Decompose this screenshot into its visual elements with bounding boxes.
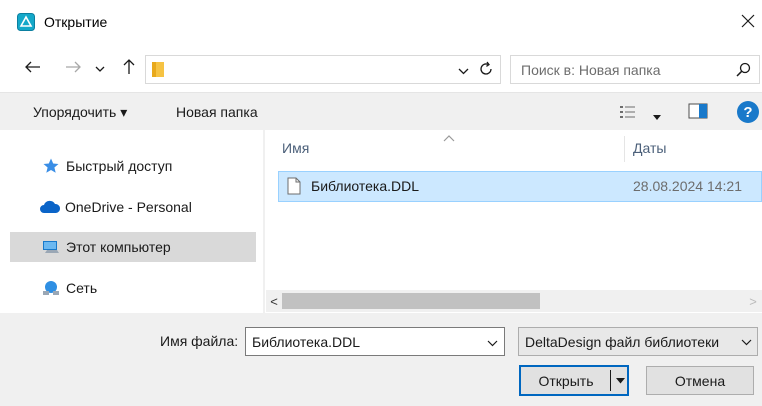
filename-label: Имя файла: — [160, 333, 239, 349]
arrow-right-icon — [65, 60, 81, 76]
arrow-up-icon — [123, 58, 135, 78]
navigation-bar — [0, 50, 762, 86]
preview-pane-icon — [688, 103, 708, 122]
sidebar-item-label: OneDrive - Personal — [65, 199, 192, 215]
chevron-down-icon — [487, 334, 498, 350]
command-toolbar: Упорядочить ▾ Новая папка ? — [0, 92, 762, 130]
computer-icon — [40, 238, 62, 256]
up-button[interactable] — [118, 56, 140, 80]
close-icon — [741, 14, 755, 31]
file-list: Имя Даты Библиотека.DDL 28.08.2024 14:21 — [266, 130, 762, 313]
sidebar-item-label: Быстрый доступ — [66, 158, 173, 174]
file-icon — [287, 177, 301, 195]
refresh-icon — [478, 61, 494, 80]
forward-button[interactable] — [62, 56, 84, 80]
network-icon — [40, 279, 62, 297]
cancel-button[interactable]: Отмена — [646, 366, 754, 395]
search-input[interactable] — [511, 56, 731, 83]
chevron-down-icon — [95, 60, 105, 76]
sidebar-item-label: Этот компьютер — [66, 239, 171, 255]
caret-down-icon[interactable] — [613, 370, 627, 391]
chevron-down-icon — [458, 62, 469, 78]
close-button[interactable] — [734, 8, 762, 36]
open-file-dialog: Открытие Поиск в: Новая папка Упорядочит… — [0, 0, 762, 406]
filename-input[interactable] — [246, 328, 478, 355]
navigation-pane: Быстрый доступ OneDrive - Personal Этот … — [0, 130, 263, 313]
help-icon: ? — [743, 103, 753, 121]
horizontal-scrollbar[interactable]: < > — [266, 290, 762, 312]
help-button[interactable]: ? — [737, 101, 759, 123]
search-box — [510, 55, 760, 84]
sidebar-item-quick-access[interactable]: Быстрый доступ — [10, 151, 256, 181]
filetype-value: DeltaDesign файл библиотеки — [525, 334, 720, 350]
pane-splitter[interactable] — [263, 130, 265, 313]
filename-dropdown-button[interactable] — [482, 332, 502, 352]
address-dropdown-button[interactable] — [452, 59, 474, 81]
sidebar-item-network[interactable]: Сеть — [10, 273, 256, 303]
cloud-icon — [39, 198, 61, 216]
open-button[interactable]: Открыть — [519, 365, 629, 396]
chevron-right-icon: > — [749, 293, 757, 309]
file-name: Библиотека.DDL — [311, 178, 420, 194]
change-view-button[interactable] — [620, 103, 664, 123]
filetype-select[interactable]: DeltaDesign файл библиотеки — [518, 327, 758, 356]
window-title: Открытие — [44, 14, 108, 30]
back-button[interactable] — [22, 56, 44, 80]
search-icon[interactable] — [735, 61, 753, 79]
folder-icon — [152, 62, 164, 77]
organize-button[interactable]: Упорядочить ▾ — [33, 104, 127, 121]
refresh-button[interactable] — [475, 59, 497, 81]
sidebar-item-this-pc[interactable]: Этот компьютер — [10, 232, 256, 262]
column-divider[interactable] — [624, 136, 625, 162]
scrollbar-thumb[interactable] — [282, 293, 540, 309]
recent-locations-button[interactable] — [92, 56, 108, 80]
chevron-down-icon — [737, 332, 755, 352]
table-row[interactable]: Библиотека.DDL 28.08.2024 14:21 — [278, 171, 762, 202]
split-divider — [610, 370, 611, 391]
column-header-name[interactable]: Имя — [282, 130, 622, 166]
scroll-left-button[interactable]: < — [266, 290, 282, 312]
dialog-footer: Имя файла: DeltaDesign файл библиотеки О… — [0, 313, 762, 406]
chevron-left-icon: < — [270, 293, 278, 309]
filename-combobox — [245, 327, 505, 356]
new-folder-button[interactable]: Новая папка — [176, 104, 258, 120]
caret-down-icon — [653, 108, 661, 124]
scroll-right-button[interactable]: > — [744, 290, 762, 312]
column-header-date[interactable]: Даты — [633, 130, 753, 166]
app-icon — [17, 13, 35, 31]
sidebar-item-onedrive[interactable]: OneDrive - Personal — [10, 192, 256, 222]
list-view-icon — [620, 105, 636, 122]
arrow-left-icon — [25, 60, 41, 76]
open-button-label: Открыть — [538, 372, 594, 389]
title-bar: Открытие — [0, 0, 762, 44]
star-icon — [40, 157, 62, 175]
sidebar-item-label: Сеть — [66, 280, 98, 296]
address-bar[interactable] — [145, 55, 501, 84]
preview-pane-button[interactable] — [688, 103, 710, 123]
file-date: 28.08.2024 14:21 — [633, 178, 742, 194]
